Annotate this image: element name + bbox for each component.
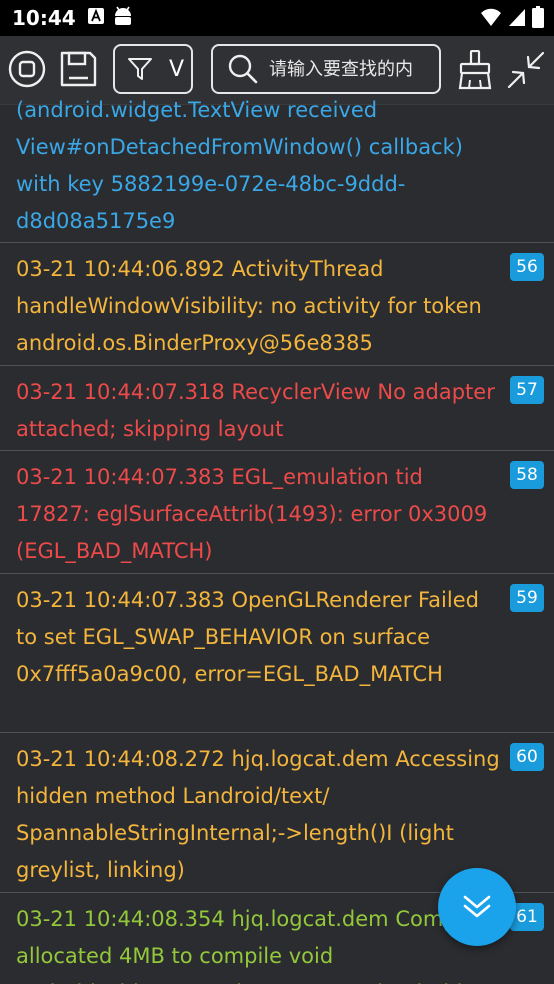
log-entry[interactable]: 03-21 10:44:07.383 EGL_emulation tid 178… <box>0 450 554 573</box>
log-entry[interactable]: 03-21 10:44:06.892 ActivityThread handle… <box>0 242 554 365</box>
log-text: 03-21 10:44:08.272 hjq.logcat.dem Access… <box>16 747 500 882</box>
log-text: 03-21 10:44:06.892 ActivityThread handle… <box>16 257 482 355</box>
log-entry[interactable]: 03-21 10:44:07.318 RecyclerView No adapt… <box>0 365 554 450</box>
log-text: (android.widget.TextView received View#o… <box>16 98 463 233</box>
font-notification-icon <box>87 8 104 28</box>
cellular-signal-icon <box>508 7 526 31</box>
log-index-badge: 57 <box>510 376 544 404</box>
log-index-badge: 60 <box>510 743 544 771</box>
log-entry[interactable]: (android.widget.TextView received View#o… <box>0 84 554 242</box>
log-index-badge: 59 <box>510 584 544 612</box>
log-entry[interactable]: 03-21 10:44:07.383 OpenGLRenderer Failed… <box>0 573 554 732</box>
log-text: 03-21 10:44:07.318 RecyclerView No adapt… <box>16 380 495 441</box>
wifi-icon <box>480 7 502 31</box>
log-index-badge: 58 <box>510 461 544 489</box>
level-label: V <box>169 56 185 82</box>
log-text: 03-21 10:44:07.383 EGL_emulation tid 178… <box>16 465 488 563</box>
double-chevron-down-icon <box>462 894 492 920</box>
status-bar: 10:44 <box>0 0 554 36</box>
log-index-badge: 56 <box>510 253 544 281</box>
scroll-to-bottom-button[interactable] <box>438 868 516 946</box>
battery-icon <box>532 6 544 32</box>
android-notification-icon <box>112 6 134 30</box>
filter-icon <box>127 56 153 82</box>
log-text: 03-21 10:44:07.383 OpenGLRenderer Failed… <box>16 588 479 686</box>
search-input[interactable] <box>269 58 437 80</box>
search-icon <box>227 53 259 85</box>
status-time: 10:44 <box>12 6 76 30</box>
